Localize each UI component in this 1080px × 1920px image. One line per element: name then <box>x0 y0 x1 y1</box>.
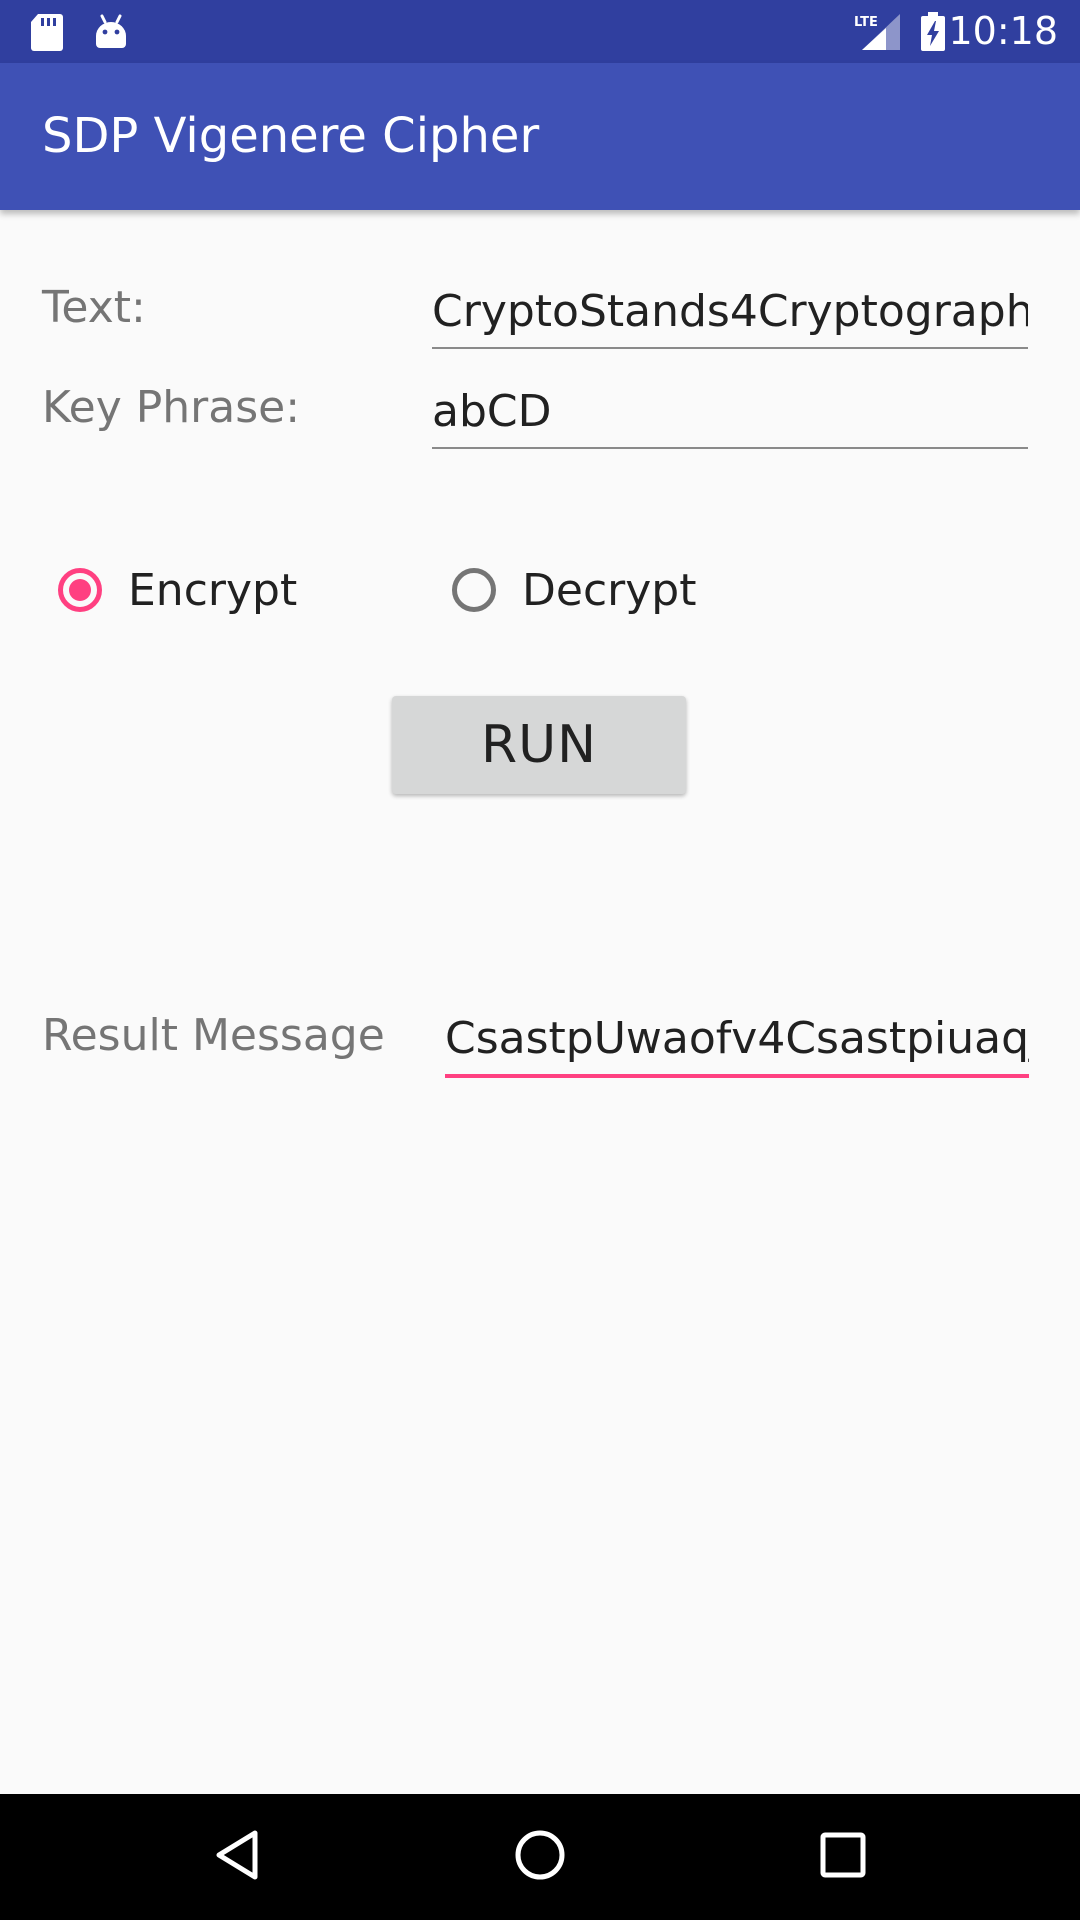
home-icon <box>513 1828 567 1887</box>
radio-checked-icon <box>58 568 102 612</box>
result-message-value[interactable]: CsastpUwaofv4Csastpiuaqjb <box>445 1004 1029 1078</box>
run-button[interactable]: RUN <box>392 696 686 794</box>
status-bar: LTE 10:18 <box>0 0 1080 63</box>
status-time: 10:18 <box>948 9 1058 53</box>
battery-charging-icon <box>920 0 946 63</box>
encrypt-label: Encrypt <box>128 564 298 616</box>
encrypt-radio[interactable]: Encrypt <box>58 550 297 630</box>
android-icon <box>94 0 128 63</box>
decrypt-label: Decrypt <box>522 564 697 616</box>
decrypt-radio[interactable]: Decrypt <box>452 550 696 630</box>
text-label: Text: <box>42 282 146 333</box>
signal-icon: LTE <box>852 0 902 63</box>
back-icon <box>213 1829 261 1886</box>
app-bar: SDP Vigenere Cipher <box>0 63 1080 210</box>
home-button[interactable] <box>480 1794 600 1920</box>
radio-unchecked-icon <box>452 568 496 612</box>
navigation-bar <box>0 1794 1080 1920</box>
recents-button[interactable] <box>783 1794 903 1920</box>
text-input[interactable]: CryptoStands4Cryptography <box>432 277 1028 349</box>
key-phrase-label: Key Phrase: <box>42 382 301 433</box>
svg-text:LTE: LTE <box>854 15 878 30</box>
result-message-label: Result Message <box>42 1010 385 1061</box>
back-button[interactable] <box>177 1794 297 1920</box>
sd-card-icon <box>30 0 64 63</box>
recents-icon <box>819 1831 867 1884</box>
key-phrase-input[interactable]: abCD <box>432 377 1028 449</box>
app-title: SDP Vigenere Cipher <box>42 108 540 164</box>
